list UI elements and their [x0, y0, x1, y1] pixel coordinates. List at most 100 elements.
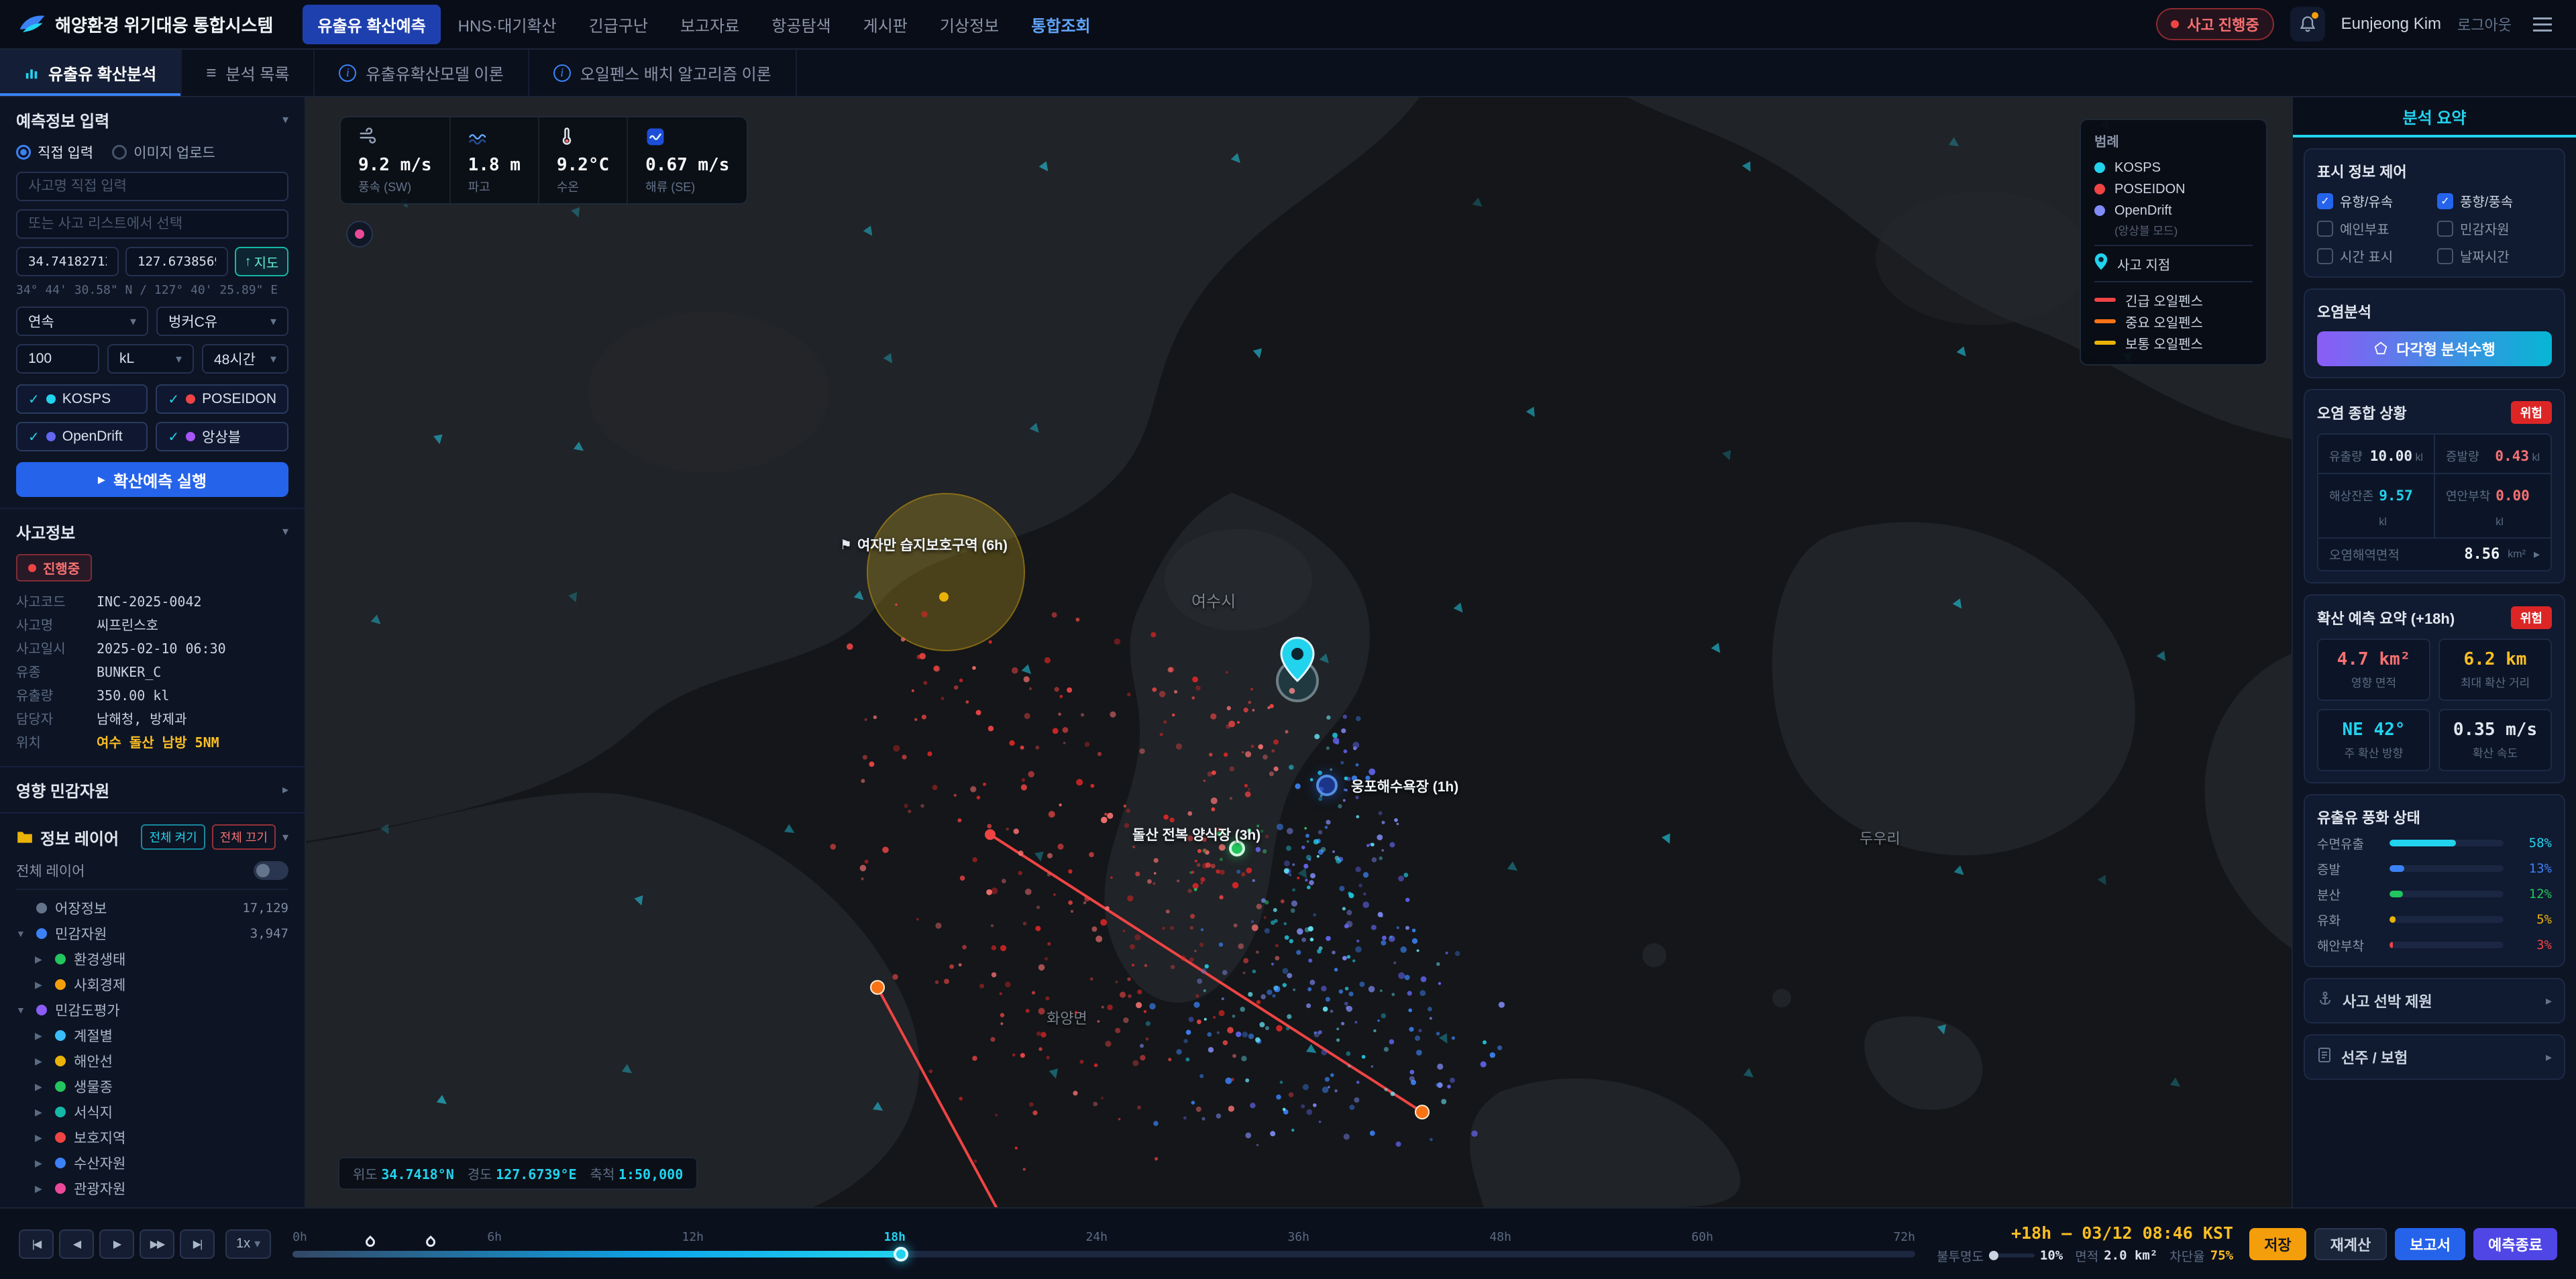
pick-on-map-button[interactable]: ↑지도 — [235, 247, 288, 276]
notifications-button[interactable] — [2290, 7, 2325, 42]
duration-select[interactable]: 48시간▾ — [202, 344, 288, 374]
logout-button[interactable]: 로그아웃 — [2457, 13, 2512, 35]
chevron-right-icon: ▶ — [35, 1030, 47, 1042]
skip-start-button[interactable]: |◀ — [19, 1229, 54, 1259]
layer-tree-item-7[interactable]: ▶생물종 — [16, 1074, 288, 1099]
amount-input[interactable] — [16, 344, 99, 374]
radio-image-upload[interactable]: 이미지 업로드 — [112, 142, 215, 162]
layer-tree-item-10[interactable]: ▶수산자원 — [16, 1150, 288, 1176]
layer-label: 환경생태 — [74, 949, 125, 969]
layer-color-dot — [55, 1030, 66, 1041]
field-label: 사고코드 — [16, 591, 86, 610]
user-name[interactable]: Eunjeong Kim — [2341, 15, 2441, 34]
app-logo[interactable]: 해양환경 위기대응 통합시스템 — [19, 12, 273, 37]
display-option-2[interactable]: 예인부표 — [2317, 219, 2432, 238]
option-label: 시간 표시 — [2340, 246, 2393, 266]
layer-tree-item-9[interactable]: ▶보호지역 — [16, 1125, 288, 1150]
tab-3[interactable]: i유출유확산모델 이론 — [315, 50, 529, 96]
timeline-track[interactable] — [292, 1251, 1915, 1258]
recalculate-button[interactable]: 재계산 — [2314, 1228, 2387, 1260]
display-option-3[interactable]: 민감자원 — [2437, 219, 2552, 238]
longitude-input[interactable] — [125, 247, 228, 276]
display-option-1[interactable]: ✓풍향/풍속 — [2437, 191, 2552, 211]
polluted-area-row[interactable]: 오염해역면적 8.56 km² ▸ — [2317, 539, 2552, 571]
tab-analysis-summary[interactable]: 분석 요약 — [2293, 97, 2576, 137]
tab-2[interactable]: ≡분석 목록 — [182, 50, 315, 96]
incident-location-pin[interactable] — [1280, 636, 1315, 687]
display-option-5[interactable]: 날짜시간 — [2437, 246, 2552, 266]
run-prediction-button[interactable]: ▸확산예측 실행 — [16, 462, 288, 497]
model-checkbox-poseidon[interactable]: ✓POSEIDON — [156, 384, 288, 414]
report-button[interactable]: 보고서 — [2395, 1228, 2465, 1260]
polygon-analysis-button[interactable]: 다각형 분석수행 — [2317, 331, 2552, 366]
layer-tree-item-2[interactable]: ▶환경생태 — [16, 946, 288, 972]
field-label: 사고일시 — [16, 638, 86, 657]
layer-tree-item-4[interactable]: ▼민감도평가 — [16, 997, 288, 1023]
display-option-0[interactable]: ✓유향/유속 — [2317, 191, 2432, 211]
nav-item-3[interactable]: 긴급구난 — [574, 5, 663, 44]
draw-tool-button[interactable] — [346, 221, 373, 247]
display-option-4[interactable]: 시간 표시 — [2317, 246, 2432, 266]
fast-forward-button[interactable]: ▶▶ — [140, 1229, 174, 1259]
nav-item-7[interactable]: 기상정보 — [925, 5, 1014, 44]
layer-tree-item-6[interactable]: ▶해안선 — [16, 1048, 288, 1074]
nav-item-6[interactable]: 게시판 — [849, 5, 922, 44]
option-label: 날짜시간 — [2460, 246, 2510, 266]
model-color-dot — [186, 394, 195, 404]
layer-tree-item-5[interactable]: ▶계절별 — [16, 1023, 288, 1048]
map-area[interactable]: ▶▶▶▶▶▶▶▶▶▶▶▶▶▶▶▶▶▶▶▶▶▶▶▶▶▶▶▶▶▶▶▶▶▶▶▶▶▶▶▶… — [306, 97, 2292, 1207]
chevron-right-icon: ▶ — [35, 979, 47, 991]
tick-6h: 6h — [487, 1230, 502, 1244]
latitude-input[interactable] — [16, 247, 119, 276]
timeline-handle[interactable] — [894, 1247, 908, 1262]
nav-item-1[interactable]: 유출유 확산예측 — [303, 5, 440, 44]
incident-status-badge[interactable]: 사고 진행중 — [2156, 8, 2273, 40]
layer-tree-item-3[interactable]: ▶사회경제 — [16, 972, 288, 997]
incident-fields: 사고코드INC-2025-0042사고명씨프린스호사고일시2025-02-10 … — [16, 591, 288, 751]
nav-item-5[interactable]: 항공탐색 — [757, 5, 845, 44]
tab-1[interactable]: 유출유 확산분석 — [0, 50, 182, 96]
nav-item-4[interactable]: 보고자료 — [665, 5, 754, 44]
legend-dot-icon — [2094, 162, 2105, 173]
checkbox-checked-icon: ✓ — [2437, 193, 2453, 209]
all-layers-off-button[interactable]: 전체 끄기 — [212, 824, 276, 850]
model-checkbox-앙상블[interactable]: ✓앙상블 — [156, 422, 288, 451]
model-checkbox-kosps[interactable]: ✓KOSPS — [16, 384, 148, 414]
play-button[interactable]: ▶ — [99, 1229, 134, 1259]
tab-4[interactable]: i오일펜스 배치 알고리즘 이론 — [529, 50, 797, 96]
beach-marker[interactable] — [1316, 775, 1338, 796]
collapsed-section-0[interactable]: 사고 선박 제원▸ — [2304, 978, 2565, 1023]
speed-select[interactable]: 1x▾ — [225, 1229, 271, 1259]
menu-button[interactable] — [2528, 12, 2557, 37]
radio-direct-input[interactable]: 직접 입력 — [16, 142, 93, 162]
spill-mode-select[interactable]: 연속▾ — [16, 307, 148, 336]
sensitive-section-header[interactable]: 영향 민감자원 ▸ — [16, 778, 288, 801]
opacity-slider[interactable] — [1989, 1254, 2035, 1258]
end-prediction-button[interactable]: 예측종료 — [2473, 1228, 2557, 1260]
collapsed-section-1[interactable]: 선주 / 보험▸ — [2304, 1034, 2565, 1080]
predict-section-header[interactable]: 예측정보 입력 ▾ — [16, 108, 288, 131]
field-label: 위치 — [16, 732, 86, 751]
legend-model-row: KOSPS — [2094, 157, 2253, 178]
layer-tree-item-8[interactable]: ▶서식지 — [16, 1099, 288, 1125]
incident-name-input[interactable] — [16, 172, 288, 201]
layer-tree-item-1[interactable]: ▼민감자원3,947 — [16, 921, 288, 946]
unit-select[interactable]: kL▾ — [107, 344, 194, 374]
save-button[interactable]: 저장 — [2249, 1228, 2306, 1260]
nav-item-8[interactable]: 통합조회 — [1016, 5, 1105, 44]
model-checkbox-opendrift[interactable]: ✓OpenDrift — [16, 422, 148, 451]
layer-tree-item-12[interactable]: ▶산업자원 — [16, 1201, 288, 1207]
layer-tree-item-0[interactable]: 어장정보17,129 — [16, 895, 288, 921]
all-layers-on-button[interactable]: 전체 켜기 — [141, 824, 205, 850]
nav-item-2[interactable]: HNS·대기확산 — [443, 5, 572, 44]
stat-value: 10% — [2040, 1248, 2063, 1263]
step-back-button[interactable]: ◀ — [59, 1229, 94, 1259]
weathering-label: 수면유출 — [2317, 834, 2381, 852]
oil-type-select[interactable]: 벙커C유▾ — [156, 307, 288, 336]
map-statusbar: 위도 34.7418°N 경도 127.6739°E 축척 1:50,000 — [338, 1157, 698, 1190]
all-layers-toggle[interactable] — [254, 861, 288, 880]
incident-section-header[interactable]: 사고정보 ▾ — [16, 520, 288, 543]
incident-list-input[interactable] — [16, 209, 288, 239]
skip-end-button[interactable]: ▶| — [180, 1229, 215, 1259]
layer-tree-item-11[interactable]: ▶관광자원 — [16, 1176, 288, 1201]
